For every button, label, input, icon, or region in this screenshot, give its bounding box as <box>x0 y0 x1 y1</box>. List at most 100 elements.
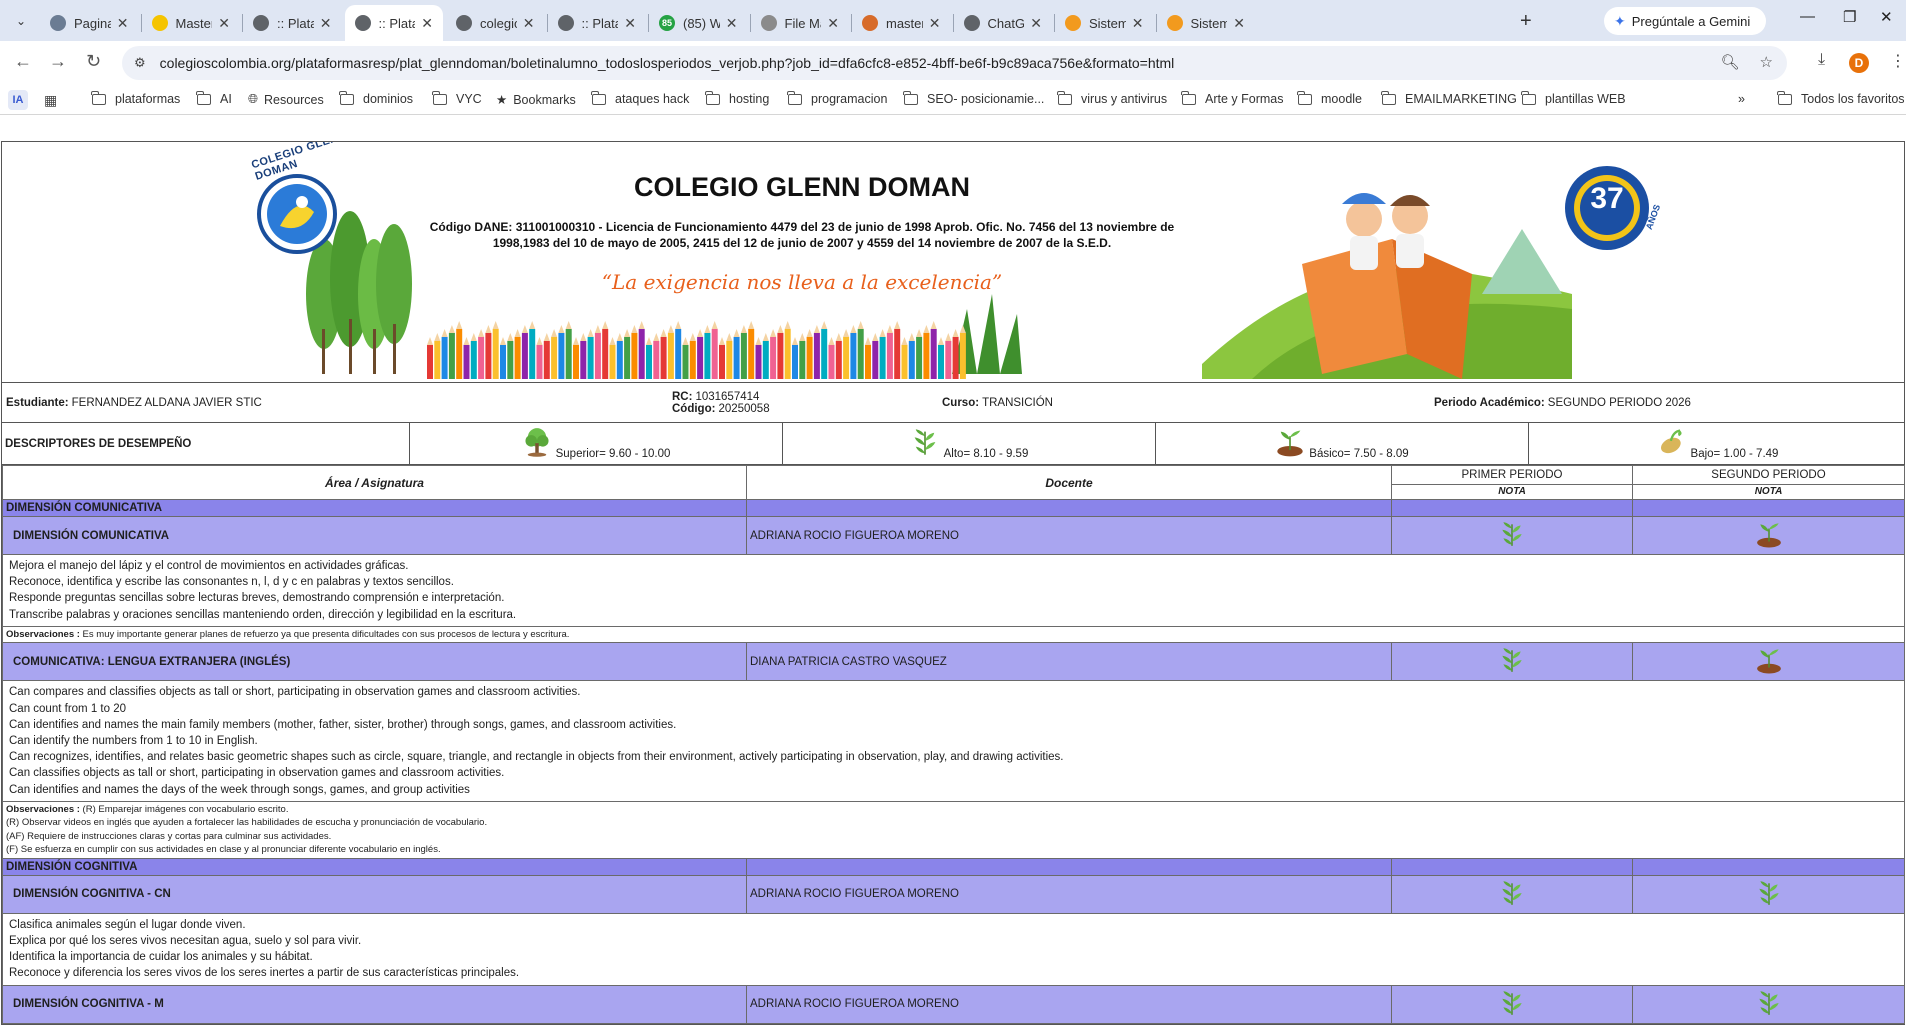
descriptor-level: Bajo= 1.00 - 7.49 <box>1529 423 1906 465</box>
tab-close-icon[interactable]: ✕ <box>523 15 535 32</box>
subject-row: DIMENSIÓN COGNITIVA - CN ADRIANA ROCIO FI… <box>2 874 1905 914</box>
bookmark-folder[interactable]: moodle <box>1297 90 1362 106</box>
academic-period: Periodo Académico: SEGUNDO PERIODO 2026 <box>1434 397 1691 409</box>
bookmark-folder[interactable]: ★ Bookmarks <box>496 92 576 108</box>
forward-button[interactable]: → <box>49 51 67 72</box>
folder-icon <box>787 90 802 105</box>
tab-close-icon[interactable]: ✕ <box>1132 15 1144 32</box>
observations-label: Observaciones : <box>6 628 80 640</box>
bookmark-folder[interactable]: SEO- posicionamie... <box>903 90 1044 106</box>
bookmark-folder[interactable]: hosting <box>705 90 769 106</box>
subject-descriptors: Clasifica animales según el lugar donde … <box>2 912 1905 986</box>
plant-icon <box>1498 648 1526 677</box>
address-bar[interactable]: ⚙ colegioscolombia.org/plataformasresp/p… <box>122 46 1787 80</box>
tab-close-icon[interactable]: ✕ <box>218 15 230 32</box>
tab-favicon-icon <box>253 15 269 31</box>
plant-icon <box>1498 880 1526 910</box>
subject-teacher: DIANA PATRICIA CASTRO VASQUEZ <box>746 642 1392 682</box>
folder-icon <box>1381 90 1396 105</box>
tab-close-icon[interactable]: ✕ <box>1233 15 1245 32</box>
all-bookmarks-folder[interactable]: Todos los favoritos <box>1777 90 1905 106</box>
nota-header: NOTA <box>1632 483 1905 501</box>
close-window-button[interactable]: ✕ <box>1880 8 1893 26</box>
tab-close-icon[interactable]: ✕ <box>117 15 129 32</box>
bookmark-folder[interactable]: programacion <box>787 90 888 106</box>
menu-icon[interactable]: ⋮ <box>1890 51 1906 71</box>
back-button[interactable]: ← <box>14 51 32 72</box>
bookmark-folder[interactable]: 🌐︎ Resources <box>248 92 324 107</box>
descriptor-label: Superior= 9.60 - 10.00 <box>555 448 671 460</box>
school-name: COLEGIO GLENN DOMAN <box>634 172 970 202</box>
bookmark-folder[interactable]: Arte y Formas <box>1181 90 1284 106</box>
tab-favicon-icon <box>151 15 168 31</box>
tab-close-icon[interactable]: ✕ <box>929 15 941 32</box>
browser-tab[interactable]: File Mana ✕ <box>751 5 850 41</box>
browser-tab[interactable]: :: Platafor ✕ <box>344 5 443 41</box>
new-tab-button[interactable]: + <box>1520 10 1532 33</box>
tab-close-icon[interactable]: ✕ <box>1030 15 1042 32</box>
bookmark-folder[interactable]: plantillas WEB <box>1521 90 1626 106</box>
tab-close-icon[interactable]: ✕ <box>726 15 738 32</box>
bookmark-star-icon[interactable]: ☆ <box>1760 53 1773 71</box>
folder-icon <box>196 90 211 105</box>
reload-button[interactable]: ↻ <box>86 51 101 72</box>
site-info-icon[interactable]: ⚙ <box>134 55 146 71</box>
tab-close-icon[interactable]: ✕ <box>421 15 433 32</box>
subject-descriptors-row: Clasifica animales según el lugar donde … <box>2 912 1905 986</box>
banner-image: COLEGIO GLENN DOMAN COLEGIO GLENN DOMAN … <box>232 142 1672 379</box>
zoom-icon[interactable]: 🔍︎ <box>1721 53 1740 71</box>
tab-title: Sistema d <box>1089 15 1126 31</box>
gemini-button[interactable]: ✦ Pregúntale a Gemini <box>1604 7 1766 35</box>
tab-title: :: Platafor <box>378 15 416 31</box>
browser-tab[interactable]: colegiosc ✕ <box>446 5 545 41</box>
browser-tab[interactable]: :: Platafor ✕ <box>243 5 342 41</box>
subject-name: DIMENSIÓN COMUNICATIVA <box>2 516 747 555</box>
sprout-icon <box>1755 649 1783 677</box>
browser-tab[interactable]: 85 (85) What ✕ <box>649 5 748 41</box>
ia-button[interactable]: IA <box>8 90 28 110</box>
tab-title: colegiosc <box>480 15 517 31</box>
browser-tab[interactable]: Pagina de ✕ <box>40 5 139 41</box>
bookmark-label: programacion <box>811 92 888 106</box>
tab-title: MasterAc <box>175 15 213 31</box>
more-bookmarks-button[interactable]: » <box>1738 92 1745 106</box>
dimension-p2-cell <box>1632 499 1905 517</box>
restore-button[interactable]: ❐ <box>1843 8 1856 26</box>
star-icon: ★ <box>496 93 508 107</box>
bookmark-folder[interactable]: virus y antivirus <box>1057 90 1168 106</box>
browser-tab[interactable]: :: Platafor ✕ <box>548 5 647 41</box>
grade-p2 <box>1632 642 1905 682</box>
subject-observations: Observaciones : Es muy importante genera… <box>2 625 1905 644</box>
bookmark-folder[interactable]: dominios <box>339 90 413 106</box>
tab-close-icon[interactable]: ✕ <box>624 15 636 32</box>
tab-close-icon[interactable]: ✕ <box>827 15 839 32</box>
tab-search-button[interactable]: ⌄ <box>8 8 34 34</box>
tab-favicon-icon: 85 <box>659 15 675 31</box>
bookmark-label: EMAILMARKETING <box>1405 92 1517 106</box>
browser-tab[interactable]: MasterAc ✕ <box>142 5 241 41</box>
dimension-name: DIMENSIÓN COMUNICATIVA <box>2 499 747 517</box>
apps-grid-icon[interactable]: ▦ <box>44 92 57 109</box>
download-icon[interactable]: ⤓ <box>1818 51 1825 69</box>
profile-avatar[interactable]: D <box>1849 53 1869 73</box>
browser-tab[interactable]: ChatGPT ✕ <box>954 5 1053 41</box>
browser-tab[interactable]: Sistema d ✕ <box>1157 5 1256 41</box>
bookmark-folder[interactable]: AI <box>196 90 232 106</box>
folder-icon <box>432 90 447 105</box>
bookmark-folder[interactable]: VYC <box>432 90 482 106</box>
folder-icon <box>591 90 606 105</box>
descriptor-level: Alto= 8.10 - 9.59 <box>783 423 1156 465</box>
sprout-icon <box>1755 523 1783 551</box>
browser-tab[interactable]: Sistema d ✕ <box>1055 5 1154 41</box>
minimize-button[interactable]: — <box>1800 8 1815 25</box>
gemini-spark-icon: ✦ <box>1614 12 1626 29</box>
browser-tab[interactable]: masterac ✕ <box>852 5 951 41</box>
tree-icon <box>522 427 552 460</box>
subject-descriptors: Mejora el manejo del lápiz y el control … <box>2 554 1905 627</box>
bookmark-folder[interactable]: EMAILMARKETING <box>1381 90 1517 106</box>
report-frame: COLEGIO GLENN DOMAN COLEGIO GLENN DOMAN … <box>1 141 1905 1025</box>
bookmark-folder[interactable]: plataformas <box>91 90 180 106</box>
bookmark-label: virus y antivirus <box>1081 92 1168 106</box>
tab-close-icon[interactable]: ✕ <box>320 15 332 32</box>
bookmark-folder[interactable]: ataques hack <box>591 90 689 106</box>
